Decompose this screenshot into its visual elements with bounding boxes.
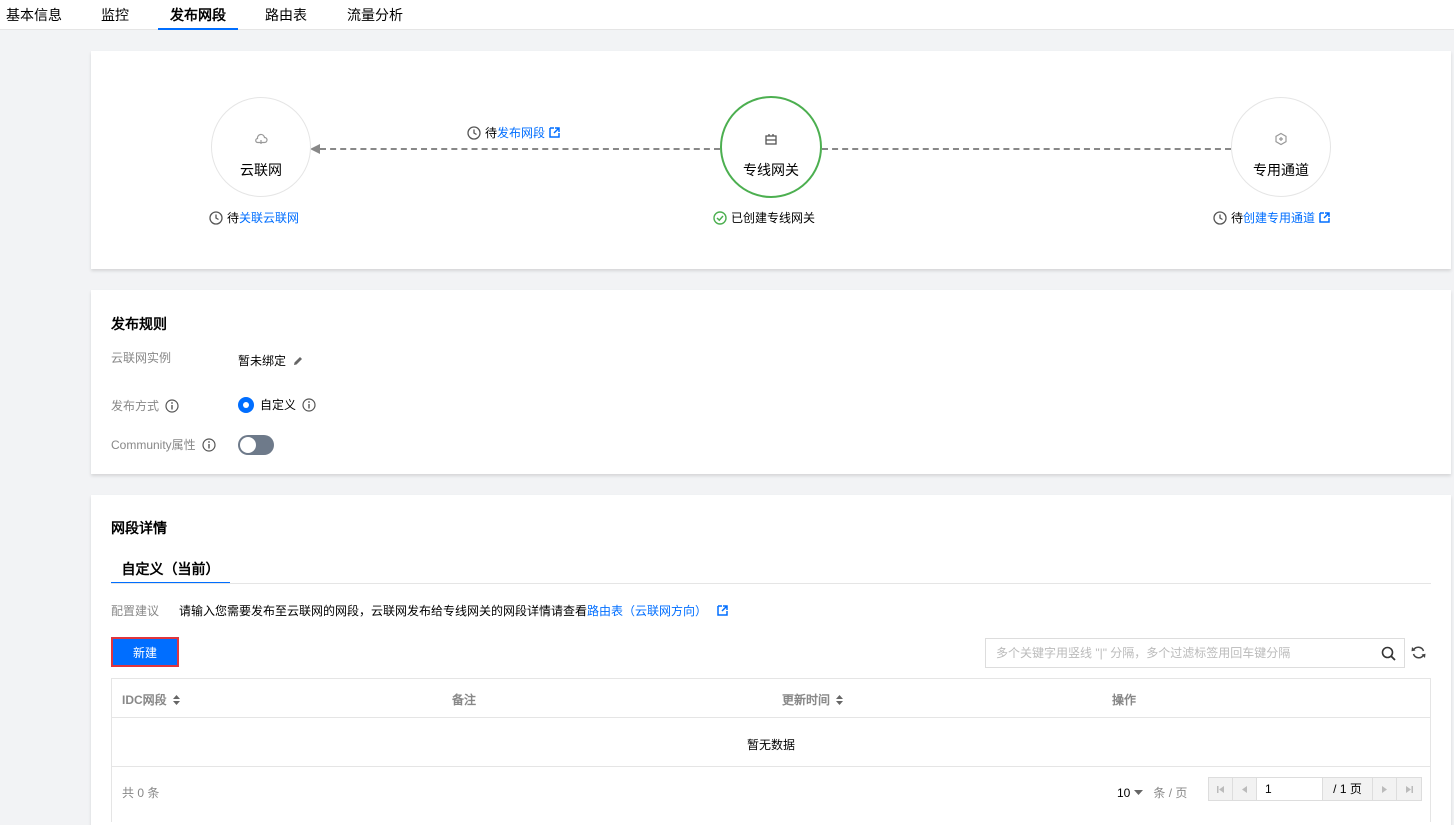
first-page-icon xyxy=(1217,785,1224,793)
tab-route-table[interactable]: 路由表 xyxy=(265,0,307,30)
ccn-node[interactable]: 云联网 xyxy=(211,97,311,197)
ccn-node-label: 云联网 xyxy=(240,162,282,178)
prev-page-button[interactable] xyxy=(1233,778,1257,800)
external-link-icon[interactable] xyxy=(1319,212,1330,223)
section-title-rules: 发布规则 xyxy=(111,316,167,332)
first-page-button[interactable] xyxy=(1209,778,1233,800)
external-link-icon[interactable] xyxy=(717,605,728,616)
gateway-status-text: 已创建专线网关 xyxy=(731,211,816,225)
next-page-button[interactable] xyxy=(1373,778,1397,800)
publish-mode-label-text: 发布方式 xyxy=(111,399,160,413)
link-create-channel[interactable]: 创建专用通道 xyxy=(1243,211,1315,225)
clock-icon xyxy=(1213,210,1227,225)
hint-text-body: 请输入您需要发布至云联网的网段，云联网发布给专线网关的网段详情请查看 xyxy=(179,604,588,618)
community-toggle[interactable] xyxy=(238,435,274,455)
pagination: / 1 页 xyxy=(1208,777,1422,801)
hint-text: 请输入您需要发布至云联网的网段，云联网发布给专线网关的网段详情请查看 路由表（云联… xyxy=(179,602,728,619)
clock-icon xyxy=(209,210,223,225)
channel-node-label: 专用通道 xyxy=(1253,162,1309,178)
topology-card: 云联网 待关联云联网 待发布网段 专线网关 已创建专线网关 专用通道 待创建专用… xyxy=(91,51,1451,269)
page-size-value: 10 xyxy=(1117,785,1131,800)
gateway-node-label: 专线网关 xyxy=(743,162,799,178)
ccn-instance-value-text: 暂未绑定 xyxy=(238,354,287,368)
column-remark-label: 备注 xyxy=(452,693,477,707)
publish-mode-value: 自定义 xyxy=(238,396,316,413)
segment-table: IDC网段 备注 更新时间 操作 暂无数据 共 0 条 10 条 / 页 1 /… xyxy=(111,678,1431,822)
gateway-node[interactable]: 专线网关 xyxy=(720,96,822,198)
publish-mode-label: 发布方式 xyxy=(111,397,179,414)
tab-monitor[interactable]: 监控 xyxy=(101,0,129,30)
empty-state-text: 暂无数据 xyxy=(746,738,795,752)
search-input[interactable] xyxy=(986,639,1371,667)
column-operation-label: 操作 xyxy=(1112,693,1137,707)
last-page-button[interactable] xyxy=(1397,778,1421,800)
page-total: / 1 页 xyxy=(1323,778,1373,800)
refresh-icon[interactable] xyxy=(1411,645,1426,660)
prev-page-icon xyxy=(1242,785,1247,793)
link-publish-segment[interactable]: 发布网段 xyxy=(497,126,545,140)
sort-icon[interactable] xyxy=(172,694,180,705)
check-circle-icon xyxy=(713,210,727,225)
column-operation: 操作 xyxy=(1112,691,1136,708)
page-size-select[interactable]: 10 条 / 页 xyxy=(1117,784,1187,801)
channel-icon xyxy=(1275,132,1287,146)
table-header: IDC网段 备注 更新时间 操作 xyxy=(112,679,1430,718)
page-size-unit: 条 / 页 xyxy=(1153,786,1188,800)
hint-label: 配置建议 xyxy=(111,604,160,618)
external-link-icon[interactable] xyxy=(549,127,560,138)
custom-radio[interactable] xyxy=(238,396,254,413)
search-icon[interactable] xyxy=(1381,646,1396,661)
next-page-icon xyxy=(1382,785,1387,793)
channel-status: 待创建专用通道 xyxy=(1213,209,1330,226)
edit-pencil-icon[interactable] xyxy=(292,355,304,367)
column-update-time[interactable]: 更新时间 xyxy=(782,691,844,708)
community-label: Community属性 xyxy=(111,436,216,453)
ccn-status-prefix: 待 xyxy=(227,211,240,225)
last-page-icon xyxy=(1405,785,1413,793)
ccn-instance-label: 云联网实例 xyxy=(111,349,171,366)
subtab-divider xyxy=(111,583,1431,584)
tab-custom-current[interactable]: 自定义（当前） xyxy=(111,559,230,584)
cloud-icon xyxy=(255,133,268,144)
search-box xyxy=(985,638,1405,668)
clock-icon xyxy=(467,125,481,140)
ccn-status: 待关联云联网 xyxy=(209,209,299,226)
chevron-down-icon xyxy=(1134,789,1144,795)
tab-publish-segment[interactable]: 发布网段 xyxy=(158,0,238,30)
link-route-table-ccn[interactable]: 路由表（云联网方向） xyxy=(587,602,707,619)
sort-icon[interactable] xyxy=(836,694,844,705)
column-idc-segment[interactable]: IDC网段 xyxy=(122,691,180,708)
column-idc-segment-label: IDC网段 xyxy=(122,693,167,707)
dashed-connector-right xyxy=(822,148,1231,150)
publish-rules-card: 发布规则 云联网实例 暂未绑定 发布方式 自定义 Community属性 xyxy=(91,290,1451,474)
tab-basic-info[interactable]: 基本信息 xyxy=(6,0,62,30)
publish-status-prefix: 待 xyxy=(485,126,498,140)
page-number-input[interactable] xyxy=(1257,778,1323,800)
total-count: 共 0 条 xyxy=(122,786,160,800)
publish-status: 待发布网段 xyxy=(467,124,560,141)
arrow-left-icon xyxy=(310,144,320,154)
publish-mode-value-text: 自定义 xyxy=(260,398,297,412)
link-associate-ccn[interactable]: 关联云联网 xyxy=(239,211,299,225)
segment-detail-card: 网段详情 自定义（当前） 配置建议 请输入您需要发布至云联网的网段，云联网发布给… xyxy=(91,495,1451,825)
info-icon[interactable] xyxy=(165,398,179,413)
channel-status-prefix: 待 xyxy=(1231,211,1244,225)
section-title-detail: 网段详情 xyxy=(111,520,167,536)
info-icon[interactable] xyxy=(202,437,216,452)
ccn-instance-label-text: 云联网实例 xyxy=(111,351,172,365)
column-remark: 备注 xyxy=(452,691,476,708)
community-label-text: Community属性 xyxy=(111,438,196,452)
gateway-status: 已创建专线网关 xyxy=(713,209,815,226)
column-update-time-label: 更新时间 xyxy=(782,693,831,707)
top-tab-bar: 基本信息 监控 发布网段 路由表 流量分析 xyxy=(0,0,1454,30)
new-button[interactable]: 新建 xyxy=(111,637,179,667)
gateway-icon xyxy=(765,134,777,145)
dashed-connector-left xyxy=(320,148,720,150)
info-icon[interactable] xyxy=(302,397,316,412)
channel-node[interactable]: 专用通道 xyxy=(1231,97,1331,197)
tab-traffic-analysis[interactable]: 流量分析 xyxy=(347,0,403,30)
ccn-instance-value: 暂未绑定 xyxy=(238,352,304,369)
table-footer: 共 0 条 10 条 / 页 / 1 页 xyxy=(112,766,1430,822)
